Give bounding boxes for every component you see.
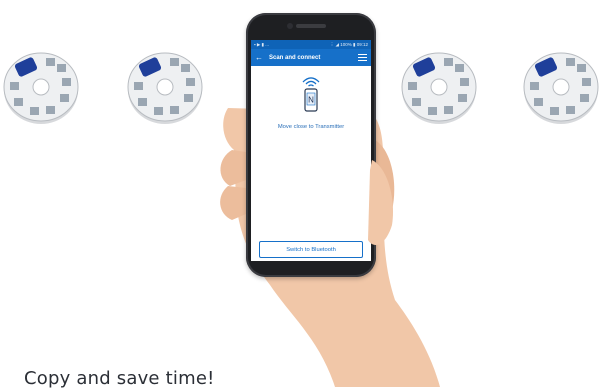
status-bar: ▪ ▶ ▮ ... ⋮ ◢ 100% ▮ 09:12: [251, 40, 371, 49]
nfc-hint-text: Move close to Transmitter: [277, 124, 345, 130]
app-title: Scan and connect: [269, 54, 321, 61]
caption-text: Copy and save time!: [24, 368, 215, 389]
app-bar: ← Scan and connect: [251, 49, 371, 66]
earpiece-speaker: [296, 24, 326, 28]
nfc-phone-icon: N: [302, 77, 320, 112]
phone-screen: ▪ ▶ ▮ ... ⋮ ◢ 100% ▮ 09:12 ← Scan and co…: [251, 40, 371, 261]
status-right-info: ⋮ ◢ 100% ▮ 09:12: [329, 41, 368, 47]
status-left-icons: ▪ ▶ ▮ ...: [254, 41, 270, 47]
nfc-letter: N: [308, 96, 314, 105]
front-camera: [287, 23, 293, 29]
arrow-left-icon[interactable]: ←: [255, 53, 263, 62]
smartphone: ▪ ▶ ▮ ... ⋮ ◢ 100% ▮ 09:12 ← Scan and co…: [246, 13, 376, 277]
hamburger-menu-icon[interactable]: [358, 54, 367, 61]
switch-to-bluetooth-button[interactable]: Switch to Bluetooth: [259, 241, 363, 258]
